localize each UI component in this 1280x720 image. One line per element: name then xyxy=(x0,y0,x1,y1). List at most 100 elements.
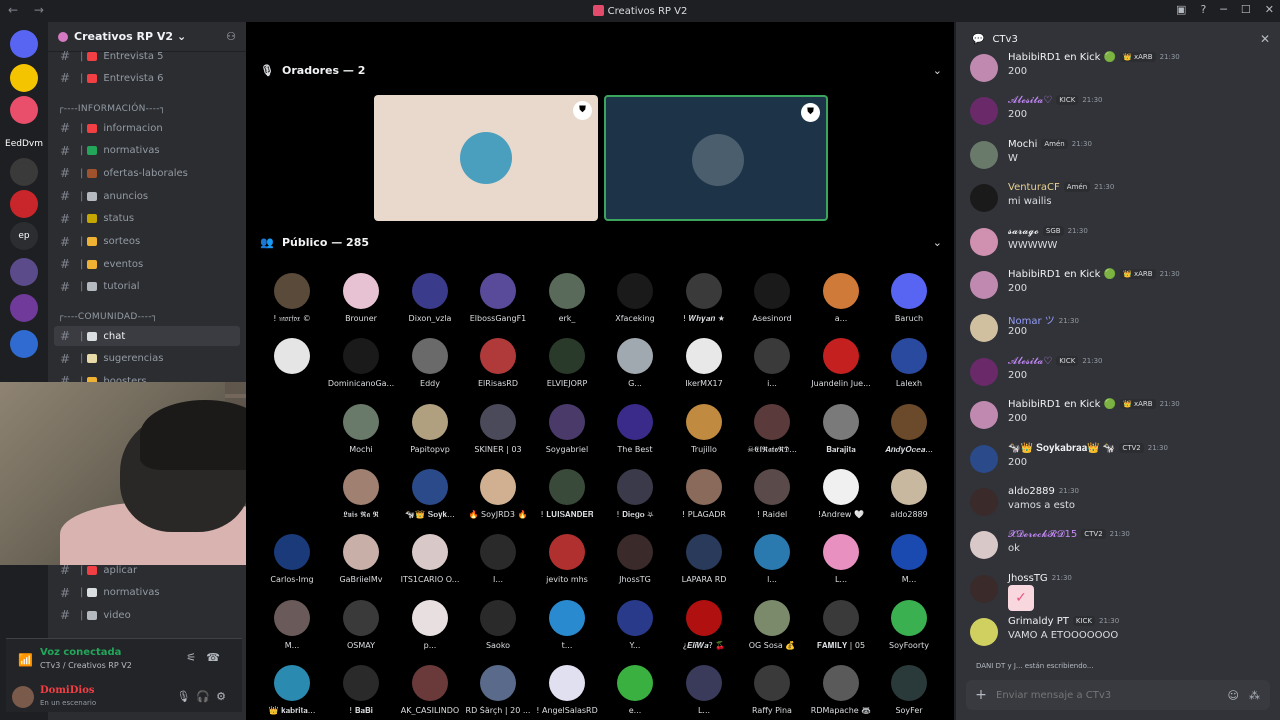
avatar[interactable] xyxy=(970,140,998,169)
audience-member[interactable]: 𝐁𝐚𝐫𝐚𝐣𝐢𝐭𝐚 xyxy=(806,403,876,455)
audience-member[interactable]: i... xyxy=(737,338,807,388)
message-author[interactable]: Mochi xyxy=(1008,139,1037,150)
audience-member[interactable]: JhossTG xyxy=(600,534,670,584)
audience-member[interactable]: 👑 𝐤𝐚𝐛𝐫𝐢𝐭𝐚... xyxy=(257,664,327,716)
server-icon[interactable] xyxy=(10,190,38,218)
message-input[interactable] xyxy=(996,689,1228,701)
channel-tutorial[interactable]: # | tutorial xyxy=(54,277,240,297)
avatar[interactable] xyxy=(970,357,998,386)
audience-member[interactable]: Carlos-Img xyxy=(257,534,327,584)
audience-member[interactable]: Raffy Pina xyxy=(737,664,807,715)
avatar[interactable] xyxy=(970,488,998,516)
avatar[interactable] xyxy=(970,97,998,126)
audience-member[interactable]: Y... xyxy=(600,599,670,650)
channel-normativas[interactable]: # | normativas xyxy=(54,583,240,603)
audience-member[interactable]: Trujillo xyxy=(669,403,739,454)
audience-member[interactable]: Dixon_vzla xyxy=(395,273,465,323)
audience-member[interactable]: Xfaceking xyxy=(600,273,670,323)
channel-sorteos[interactable]: # | sorteos xyxy=(54,232,240,252)
speakers-header[interactable]: 🎙 Oradores — 2 xyxy=(260,64,365,77)
channel-Entrevista 5[interactable]: # | Entrevista 5 xyxy=(54,46,240,66)
voice-status[interactable]: Voz conectada xyxy=(40,647,121,658)
audience-member[interactable]: Asesinord xyxy=(737,273,807,323)
voice-channel[interactable]: CTv3 / Creativos RP V2 xyxy=(40,661,132,670)
add-member-icon[interactable]: ⚇ xyxy=(226,30,236,43)
audience-member[interactable]: ! 𝐃𝐢𝐞𝐠𝐨 ⛧ xyxy=(600,468,670,520)
audience-member[interactable]: ITS1CARIO O... xyxy=(395,534,465,584)
category-comunidad[interactable]: ┌----COMUNIDAD----┐ xyxy=(58,312,157,322)
message-author[interactable]: JhossTG xyxy=(1008,573,1048,584)
user-controls[interactable]: 🎙🎧⚙ xyxy=(176,690,232,703)
close-window-icon[interactable]: ✕ xyxy=(1265,3,1274,16)
channel-status[interactable]: # | status xyxy=(54,209,240,229)
emoji-icon[interactable]: ☺ xyxy=(1228,689,1239,702)
channel-informacion[interactable]: # | informacion xyxy=(54,118,240,138)
audience-member[interactable]: ☠𝕰𝖑𝕽𝖆𝖙𝖔𝕽𝕯... xyxy=(737,403,807,455)
audience-member[interactable]: ! AngelSalasRD xyxy=(532,664,602,715)
audience-member[interactable]: RDMapache 🦝 xyxy=(806,664,876,715)
audience-member[interactable]: 𝐅𝐀𝐌𝐈𝐋𝐘 | 05 xyxy=(806,599,876,651)
close-icon[interactable]: ✕ xyxy=(1260,32,1270,46)
help-icon[interactable]: ? xyxy=(1200,3,1206,16)
inbox-icon[interactable]: ▣ xyxy=(1176,3,1186,16)
audience-member[interactable]: ! PLAGADR xyxy=(669,468,739,519)
audience-member[interactable]: SoyFer xyxy=(874,664,944,715)
audience-member[interactable]: ! 𝐁𝐚𝐁𝐢 xyxy=(326,664,396,716)
audience-member[interactable]: Eddy xyxy=(395,338,465,388)
message-author[interactable]: 𝓼𝓪𝓻𝓪𝓰𝓸 xyxy=(1008,226,1039,237)
avatar[interactable] xyxy=(970,184,998,213)
audience-header[interactable]: 👥 Público — 285 xyxy=(260,236,369,249)
message-author[interactable]: HabibiRD1 en Kick 🟢 xyxy=(1008,269,1116,280)
audience-member[interactable]: 𝕷𝖚𝖎𝖘 𝕽𝖆 𝕽 xyxy=(326,468,396,520)
avatar[interactable] xyxy=(970,574,998,603)
server-icon[interactable] xyxy=(10,294,38,322)
minimize-icon[interactable]: ─ xyxy=(1220,3,1227,16)
audience-member[interactable]: OSMAY xyxy=(326,599,396,650)
message-author[interactable]: 𝓐𝓵𝓮𝓼𝓲𝓽𝓪♡ xyxy=(1008,95,1052,106)
chevron-down-icon[interactable]: ⌄ xyxy=(933,64,942,77)
avatar[interactable] xyxy=(970,618,998,647)
audience-member[interactable]: ! Raidel xyxy=(737,468,807,519)
audience-member[interactable]: aldo2889 xyxy=(874,468,944,519)
audience-member[interactable]: ! 𝔪𝔬𝔯𝔣𝔬𝔵 © xyxy=(257,273,327,324)
audience-member[interactable]: DominicanoGa... xyxy=(326,338,396,388)
category-informacion[interactable]: ┌----INFORMACIÓN----┐ xyxy=(58,104,166,114)
channel-ofertas-laborales[interactable]: # | ofertas-laborales xyxy=(54,163,240,183)
audience-member[interactable]: jevito mhs xyxy=(532,534,602,584)
avatar[interactable] xyxy=(970,314,998,343)
audience-member[interactable]: LAPARA RD xyxy=(669,534,739,584)
disconnect-icon[interactable]: ⚟☎ xyxy=(186,651,230,664)
audience-member[interactable]: e... xyxy=(600,664,670,715)
channel-normativas[interactable]: # | normativas xyxy=(54,141,240,161)
add-attachment-icon[interactable]: + xyxy=(966,687,996,703)
avatar[interactable] xyxy=(970,531,998,560)
message-author[interactable]: VenturaCF xyxy=(1008,182,1060,193)
audience-member[interactable]: Saoko xyxy=(463,599,533,650)
avatar[interactable] xyxy=(12,686,34,708)
avatar[interactable] xyxy=(970,401,998,430)
audience-member[interactable]: ElRisasRD xyxy=(463,338,533,388)
audience-member[interactable]: ELVIEJORP xyxy=(532,338,602,388)
audience-member[interactable]: Soygabriel xyxy=(532,403,602,454)
message-author[interactable]: 🐄👑 𝐒𝐨𝐲𝐤𝐚𝐛𝐫𝐚𝐚👑 🐄 xyxy=(1008,443,1115,454)
audience-member[interactable]: ! 𝑾𝒉𝒚𝒂𝒏 ★ xyxy=(669,273,739,324)
audience-member[interactable]: ElbossGangF1 xyxy=(463,273,533,323)
audience-member[interactable]: p... xyxy=(395,599,465,650)
server-icon[interactable] xyxy=(10,96,38,124)
audience-member[interactable]: L... xyxy=(669,664,739,715)
audience-member[interactable]: Mochi xyxy=(326,403,396,454)
server-icon[interactable]: ep xyxy=(10,222,38,250)
message-author[interactable]: 𝓧𝓓𝓮𝓻𝓮𝓬𝓴𝓡𝓓15 xyxy=(1008,529,1077,540)
message-author[interactable]: 𝓐𝓵𝓮𝓼𝓲𝓽𝓪♡ xyxy=(1008,356,1052,367)
audience-member[interactable]: IkerMX17 xyxy=(669,338,739,388)
audience-member[interactable]: erk_ xyxy=(532,273,602,323)
audience-member[interactable]: OG Sosa 💰 xyxy=(737,599,807,650)
audience-member[interactable]: M... xyxy=(874,534,944,584)
audience-member[interactable]: Lalexh xyxy=(874,338,944,388)
audience-member[interactable]: ! 𝐋𝐔𝐈𝐒𝐀𝐍𝐃𝐄𝐑 xyxy=(532,468,602,520)
audience-member[interactable]: 𝑨𝒏𝒅𝒚𝑶𝒄𝒆𝒂... xyxy=(874,403,944,455)
audience-member[interactable]: Papitopvp xyxy=(395,403,465,454)
chevron-down-icon[interactable]: ⌄ xyxy=(933,236,942,249)
audience-member[interactable]: a... xyxy=(806,273,876,323)
audience-member[interactable]: ¿𝑬𝒍𝒊𝑾𝒂? 🍒 xyxy=(669,599,739,651)
